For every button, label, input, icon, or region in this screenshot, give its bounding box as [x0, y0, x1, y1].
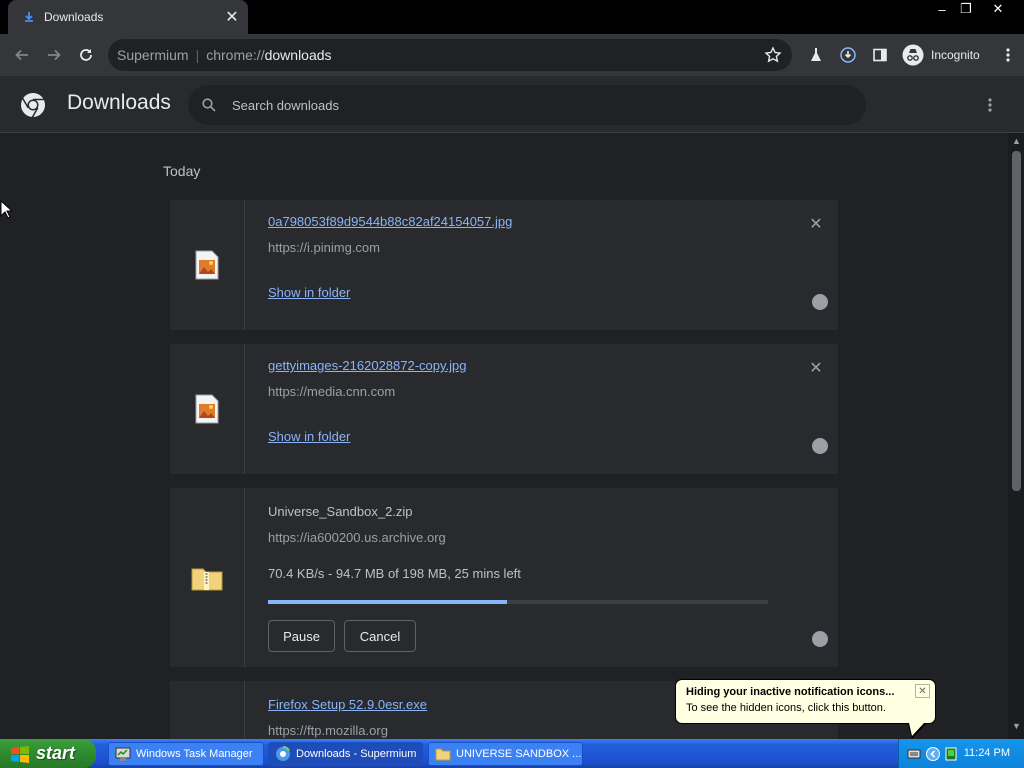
supermium-browser-icon	[276, 746, 290, 761]
balloon-title: Hiding your inactive notification icons.…	[686, 686, 895, 698]
close-window-button[interactable]: ✕	[984, 0, 1012, 18]
downloads-toolbar-icon[interactable]	[832, 39, 864, 71]
scroll-up-arrow-icon[interactable]: ▲	[1012, 136, 1021, 146]
start-label: start	[36, 743, 76, 763]
download-item: 0a798053f89d9544b88c82af24154057.jpg htt…	[170, 200, 838, 331]
omnibox-host: Supermium	[117, 47, 189, 63]
download-status-text: 70.4 KB/s - 94.7 MB of 198 MB, 25 mins l…	[268, 566, 521, 581]
pause-button[interactable]: Pause	[268, 620, 335, 652]
remove-download-close-icon[interactable]: ✕	[806, 358, 826, 378]
address-bar[interactable]: Supermium | chrome://downloads	[108, 39, 792, 71]
download-item-in-progress: Universe_Sandbox_2.zip https://ia600200.…	[170, 488, 838, 668]
file-icon-column	[170, 200, 245, 330]
download-source-url: https://media.cnn.com	[268, 384, 396, 399]
download-filename-link[interactable]: 0a798053f89d9544b88c82af24154057.jpg	[268, 214, 512, 229]
chrome-logo-icon	[21, 93, 45, 118]
side-panel-icon[interactable]	[864, 39, 896, 71]
search-input[interactable]	[232, 97, 832, 113]
tab-strip: Downloads ✕ – ❐ ✕	[0, 0, 1024, 34]
scroll-down-arrow-icon[interactable]: ▼	[1012, 721, 1021, 731]
image-file-icon	[195, 394, 219, 424]
file-icon-column	[170, 344, 245, 474]
taskbar-item-label: UNIVERSE SANDBOX ...	[456, 748, 582, 760]
reload-icon	[80, 49, 92, 61]
mouse-cursor-icon	[0, 200, 12, 219]
tab-close-icon[interactable]: ✕	[222, 7, 242, 27]
date-section-label: Today	[163, 163, 201, 179]
balloon-body: To see the hidden icons, click this butt…	[686, 702, 886, 714]
profile-label: Incognito	[931, 48, 980, 62]
download-progress-fill	[268, 600, 507, 604]
balloon-close-icon[interactable]: ✕	[915, 684, 930, 698]
remove-download-close-icon[interactable]: ✕	[806, 214, 826, 234]
vertical-scrollbar[interactable]: ▲ ▼	[1008, 133, 1024, 739]
search-icon	[202, 98, 216, 112]
incognito-badge-icon	[812, 438, 828, 454]
forward-button[interactable]	[38, 39, 70, 71]
labs-flask-icon[interactable]	[800, 39, 832, 71]
folder-icon	[435, 748, 451, 761]
page-title: Downloads	[67, 91, 171, 114]
taskbar-item-supermium[interactable]: Downloads - Supermium	[268, 742, 423, 766]
kebab-menu-icon	[1006, 48, 1010, 62]
system-tray: 11:24 PM	[898, 739, 1024, 768]
windows-flag-icon	[11, 745, 29, 763]
keyboard-tray-icon[interactable]	[907, 748, 921, 760]
show-hidden-icons-chevron-icon[interactable]	[926, 746, 940, 761]
download-source-url: https://ftp.mozilla.org	[268, 723, 388, 738]
toolbar-right: Incognito	[800, 39, 1024, 71]
cancel-button[interactable]: Cancel	[344, 620, 416, 652]
start-button[interactable]: start	[0, 739, 96, 768]
omnibox-scheme: chrome://	[206, 47, 265, 63]
incognito-badge-icon	[812, 294, 828, 310]
omnibox-path: downloads	[264, 47, 332, 63]
show-in-folder-link[interactable]: Show in folder	[268, 285, 350, 300]
restore-button[interactable]: ❐	[952, 0, 980, 18]
show-in-folder-link[interactable]: Show in folder	[268, 429, 350, 444]
download-source-url: https://ia600200.us.archive.org	[268, 530, 446, 545]
taskbar-clock: 11:24 PM	[963, 747, 1010, 759]
incognito-badge-icon	[812, 631, 828, 647]
incognito-icon	[902, 44, 924, 66]
tab-downloads[interactable]: Downloads ✕	[8, 0, 248, 34]
downloads-header: Downloads	[0, 76, 1024, 133]
more-actions-button[interactable]	[980, 95, 1000, 115]
taskbar-item-label: Downloads - Supermium	[296, 748, 417, 760]
zip-folder-icon	[191, 568, 223, 590]
taskbar-item-universe-sandbox[interactable]: UNIVERSE SANDBOX ...	[428, 742, 583, 766]
notification-balloon[interactable]: Hiding your inactive notification icons.…	[675, 679, 936, 739]
balloon-tail-fill	[909, 723, 924, 736]
download-item: gettyimages-2162028872-copy.jpg https://…	[170, 344, 838, 475]
scrollbar-thumb[interactable]	[1012, 151, 1021, 491]
download-filename-link[interactable]: gettyimages-2162028872-copy.jpg	[268, 358, 467, 373]
windows-taskbar: start Windows Task Manager Downloads - S…	[0, 739, 1024, 768]
taskbar-item-task-manager[interactable]: Windows Task Manager	[108, 742, 264, 766]
search-box[interactable]	[188, 85, 866, 125]
browser-toolbar: Supermium | chrome://downloads Incognito	[0, 34, 1024, 76]
download-filename: Universe_Sandbox_2.zip	[268, 504, 413, 519]
download-source-url: https://i.pinimg.com	[268, 240, 380, 255]
task-manager-icon	[115, 747, 131, 761]
arrow-right-icon	[48, 49, 61, 61]
browser-menu-button[interactable]	[992, 39, 1024, 71]
tab-title: Downloads	[44, 10, 104, 24]
omnibox-separator: |	[195, 47, 200, 63]
taskbar-item-label: Windows Task Manager	[136, 748, 253, 760]
file-icon-column	[170, 488, 245, 667]
kebab-menu-icon	[988, 98, 992, 112]
download-icon	[22, 10, 36, 24]
reload-button[interactable]	[70, 39, 102, 71]
incognito-indicator[interactable]: Incognito	[902, 44, 980, 66]
downloads-list: Today 0a798053f89d9544b88c82af24154057.j…	[0, 133, 1008, 739]
back-button[interactable]	[6, 39, 38, 71]
image-file-icon	[195, 250, 219, 280]
network-tray-icon[interactable]	[945, 747, 957, 761]
download-filename-link[interactable]: Firefox Setup 52.9.0esr.exe	[268, 697, 427, 712]
file-icon-column	[170, 681, 245, 739]
arrow-left-icon	[15, 49, 28, 61]
download-progress-bar	[268, 600, 768, 604]
bookmark-star-icon[interactable]	[764, 46, 782, 67]
